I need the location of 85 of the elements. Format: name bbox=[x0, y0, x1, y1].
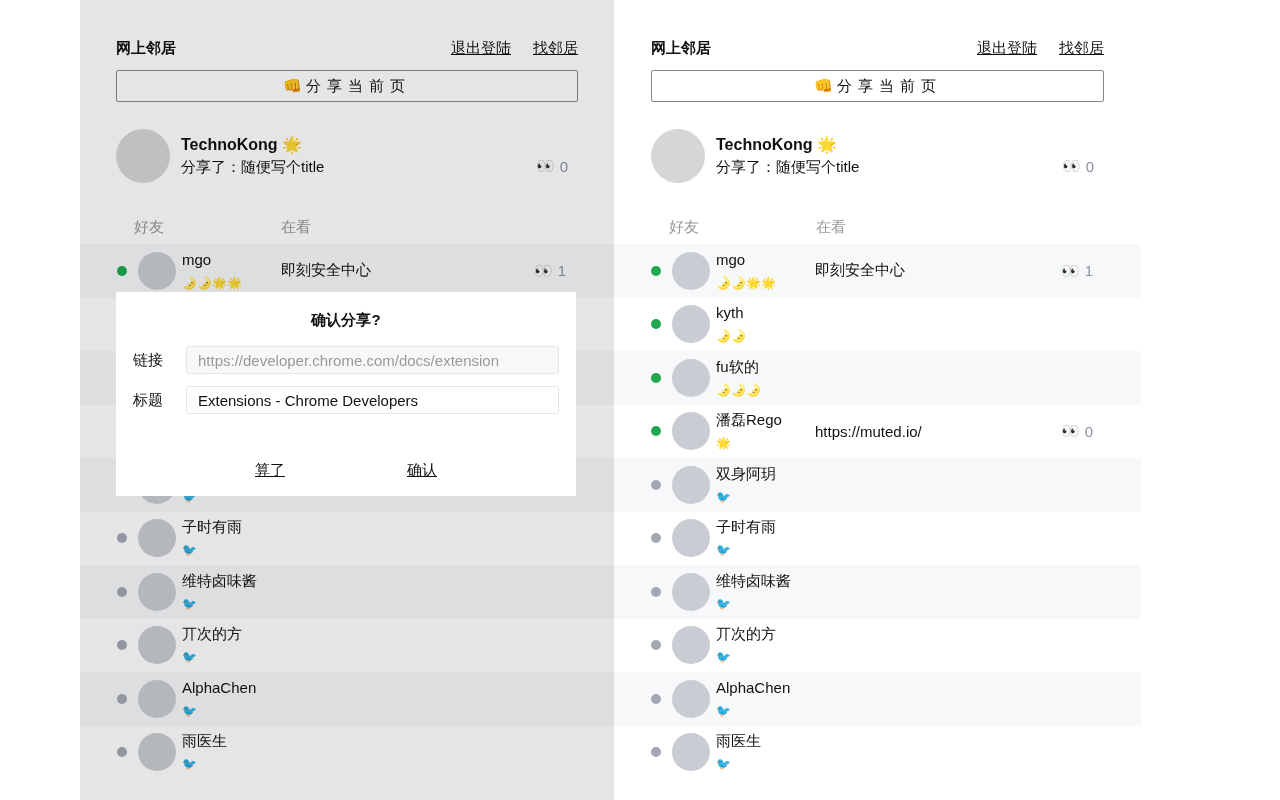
avatar bbox=[116, 129, 170, 183]
view-count: 0 bbox=[1084, 422, 1093, 440]
header-link[interactable]: 退出登陆 bbox=[977, 38, 1037, 58]
avatar bbox=[651, 129, 705, 183]
column-header: 好友 bbox=[669, 218, 700, 237]
friend-name: kyth bbox=[716, 304, 745, 323]
app-title: 网上邻居 bbox=[651, 38, 712, 58]
view-count: 1 bbox=[557, 262, 566, 280]
field-label: 标题 bbox=[133, 390, 164, 410]
avatar bbox=[138, 519, 176, 558]
friend-badges: 🌟 bbox=[716, 435, 815, 452]
avatar bbox=[672, 733, 710, 772]
friend-badges: 🌛🌛🌟🌟 bbox=[182, 274, 281, 291]
dialog-button[interactable]: 算了 bbox=[255, 461, 285, 480]
column-header: 在看 bbox=[816, 218, 846, 237]
user-name: TechnoKong 🌟 bbox=[716, 135, 839, 154]
title-field[interactable]: Extensions - Chrome Developers bbox=[186, 386, 559, 414]
field-label: 链接 bbox=[133, 350, 164, 370]
avatar bbox=[672, 251, 710, 290]
dialog-title: 确认分享? bbox=[311, 311, 381, 330]
friend-badges: 🐦 bbox=[182, 649, 281, 666]
friend-badges: 🐦 bbox=[182, 756, 281, 773]
friend-name: 潘磊Rego bbox=[716, 411, 783, 430]
watching-page: 即刻安全中心 bbox=[281, 261, 371, 279]
friend-name: 丌次的方 bbox=[716, 625, 777, 644]
eyes-icon: 👀 bbox=[533, 261, 553, 280]
friend-badges: 🐦 bbox=[182, 595, 281, 612]
column-header: 好友 bbox=[134, 218, 165, 237]
friend-name: AlphaChen bbox=[182, 678, 258, 697]
eyes-icon: 👀 bbox=[1060, 261, 1080, 280]
friend-name: 雨医生 bbox=[182, 732, 228, 751]
friend-badges: 🌛🌛🌟🌟 bbox=[716, 274, 815, 291]
view-count: 1 bbox=[1084, 262, 1093, 280]
app-title: 网上邻居 bbox=[116, 38, 177, 58]
friend-name: mgo bbox=[182, 250, 213, 269]
dialog-button[interactable]: 确认 bbox=[407, 461, 437, 480]
avatar bbox=[672, 412, 710, 451]
friend-name: 丌次的方 bbox=[182, 625, 243, 644]
avatar bbox=[138, 572, 176, 611]
avatar bbox=[138, 679, 176, 718]
shared-text: 分享了：随便写个title bbox=[716, 158, 861, 177]
friend-name: 维特卤味酱 bbox=[716, 571, 792, 590]
eyes-icon: 👀 bbox=[535, 157, 555, 175]
share-button[interactable]: 👊 分享当前页 bbox=[651, 70, 1104, 102]
watching-page: 即刻安全中心 bbox=[815, 261, 905, 279]
watching-page: https://muted.io/ bbox=[815, 422, 922, 440]
friend-badges: 🐦 bbox=[716, 595, 815, 612]
shared-text: 分享了：随便写个title bbox=[181, 158, 326, 177]
view-count: 0 bbox=[1085, 157, 1094, 175]
friend-name: mgo bbox=[716, 250, 747, 269]
friend-badges: 🌛🌛 bbox=[716, 328, 815, 345]
friend-badges: 🐦 bbox=[716, 649, 815, 666]
friend-name: 子时有雨 bbox=[182, 518, 243, 537]
user-name: TechnoKong 🌟 bbox=[181, 135, 304, 154]
friend-name: 雨医生 bbox=[716, 732, 762, 751]
avatar bbox=[672, 519, 710, 558]
friend-name: fu软的 bbox=[716, 357, 760, 376]
share-button[interactable]: 👊 分享当前页 bbox=[116, 70, 578, 102]
avatar bbox=[672, 465, 710, 504]
avatar bbox=[138, 733, 176, 772]
avatar bbox=[672, 679, 710, 718]
eyes-icon: 👀 bbox=[1061, 157, 1081, 175]
header-link[interactable]: 退出登陆 bbox=[451, 38, 511, 58]
friend-name: 子时有雨 bbox=[716, 518, 777, 537]
friend-badges: 🐦 bbox=[716, 756, 815, 773]
header-link[interactable]: 找邻居 bbox=[1059, 38, 1104, 58]
friend-badges: 🌛🌛🌛 bbox=[716, 381, 815, 398]
avatar bbox=[672, 626, 710, 665]
friend-badges: 🐦 bbox=[716, 542, 815, 559]
avatar bbox=[672, 305, 710, 344]
avatar bbox=[672, 572, 710, 611]
friend-name: AlphaChen bbox=[716, 678, 792, 697]
avatar bbox=[138, 251, 176, 290]
friend-badges: 🐦 bbox=[182, 542, 281, 559]
view-count: 0 bbox=[559, 157, 568, 175]
friend-badges: 🐦 bbox=[182, 702, 281, 719]
avatar bbox=[138, 626, 176, 665]
friend-name: 维特卤味酱 bbox=[182, 571, 258, 590]
eyes-icon: 👀 bbox=[1060, 422, 1080, 441]
friend-badges: 🐦 bbox=[716, 702, 815, 719]
friend-name: 双身阿玥 bbox=[716, 464, 777, 483]
friend-badges: 🐦 bbox=[716, 488, 815, 505]
avatar bbox=[672, 358, 710, 397]
header-link[interactable]: 找邻居 bbox=[533, 38, 578, 58]
column-header: 在看 bbox=[281, 218, 311, 237]
